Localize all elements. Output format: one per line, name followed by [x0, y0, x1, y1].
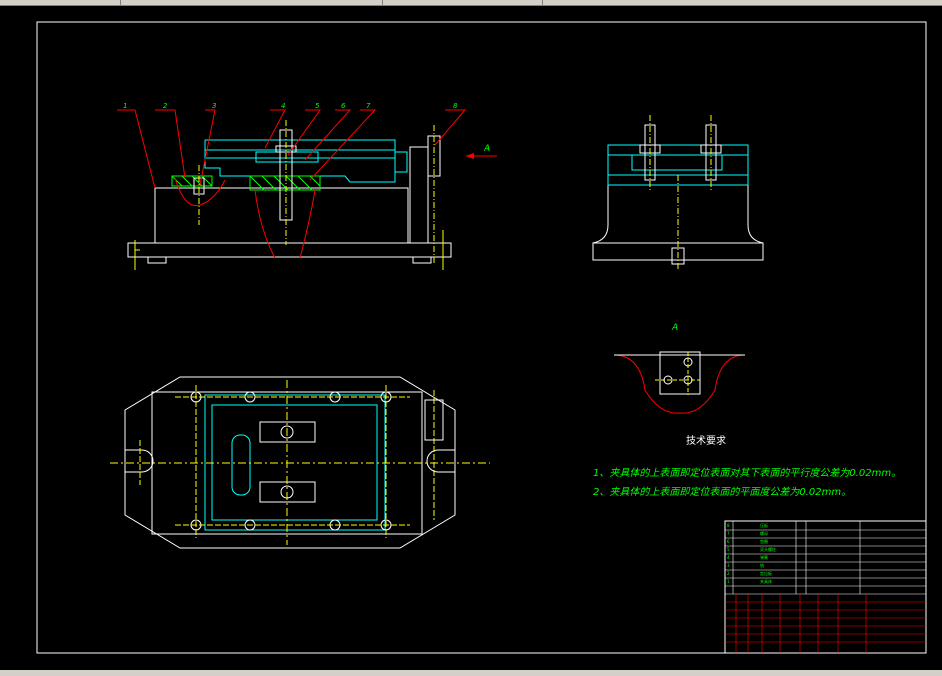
bom-row-name: 压板 [760, 522, 768, 528]
bom-row-name: 销 [760, 562, 764, 568]
bom-row-no: 7 [727, 531, 730, 536]
part-number: 5 [315, 102, 320, 110]
detail-view-a: A [613, 323, 746, 414]
bom-row-name: 双头螺柱 [760, 546, 776, 552]
bom-row-no: 5 [727, 547, 730, 552]
top-view [110, 376, 490, 549]
bom-row-name: 垫圈 [760, 538, 768, 544]
bom-row-no: 6 [727, 539, 730, 544]
side-view [592, 115, 764, 270]
window-bottom-bar [0, 670, 942, 676]
bom-row-no: 3 [727, 563, 730, 568]
bom-row-no: 1 [727, 579, 730, 584]
part-number: 8 [453, 102, 458, 110]
bom-row-no: 2 [727, 571, 730, 576]
part-number: 4 [281, 102, 285, 110]
part-number: 3 [212, 102, 216, 110]
view-arrow-label: A [483, 144, 490, 154]
tech-req-title: 技术要求 [686, 436, 726, 447]
bom-row-name: 螺母 [760, 530, 768, 536]
front-view: 1 2 3 4 5 6 7 8 A [117, 102, 497, 270]
part-number: 2 [163, 102, 168, 110]
part-number: 6 [341, 102, 346, 110]
detail-view-label: A [671, 323, 678, 333]
bom-row-name: 弹簧 [760, 554, 768, 560]
tech-req-item: 2、夹具体的上表面即定位表面的平面度公差为0.02mm。 [593, 487, 852, 498]
part-number: 7 [366, 102, 371, 110]
title-block: 8 压板 7 螺母 6 垫圈 5 双头螺柱 4 弹簧 3 销 2 定位板 1 夹… [724, 520, 927, 654]
drawing-frame [36, 21, 927, 654]
bom-row-name: 定位板 [760, 570, 772, 576]
part-number: 1 [123, 102, 127, 110]
base-plate [127, 242, 452, 258]
fixture-body [154, 187, 409, 244]
bom-row-name: 夹具体 [760, 578, 772, 584]
tech-req-item: 1、夹具体的上表面即定位表面对其下表面的平行度公差为0.02mm。 [593, 468, 902, 479]
bom-row-no: 4 [727, 555, 730, 560]
bom-row-no: 8 [727, 523, 730, 528]
cad-drawing: 1 2 3 4 5 6 7 8 A A 8 压板 7 螺母 6 垫圈 5 双头螺… [36, 21, 927, 654]
